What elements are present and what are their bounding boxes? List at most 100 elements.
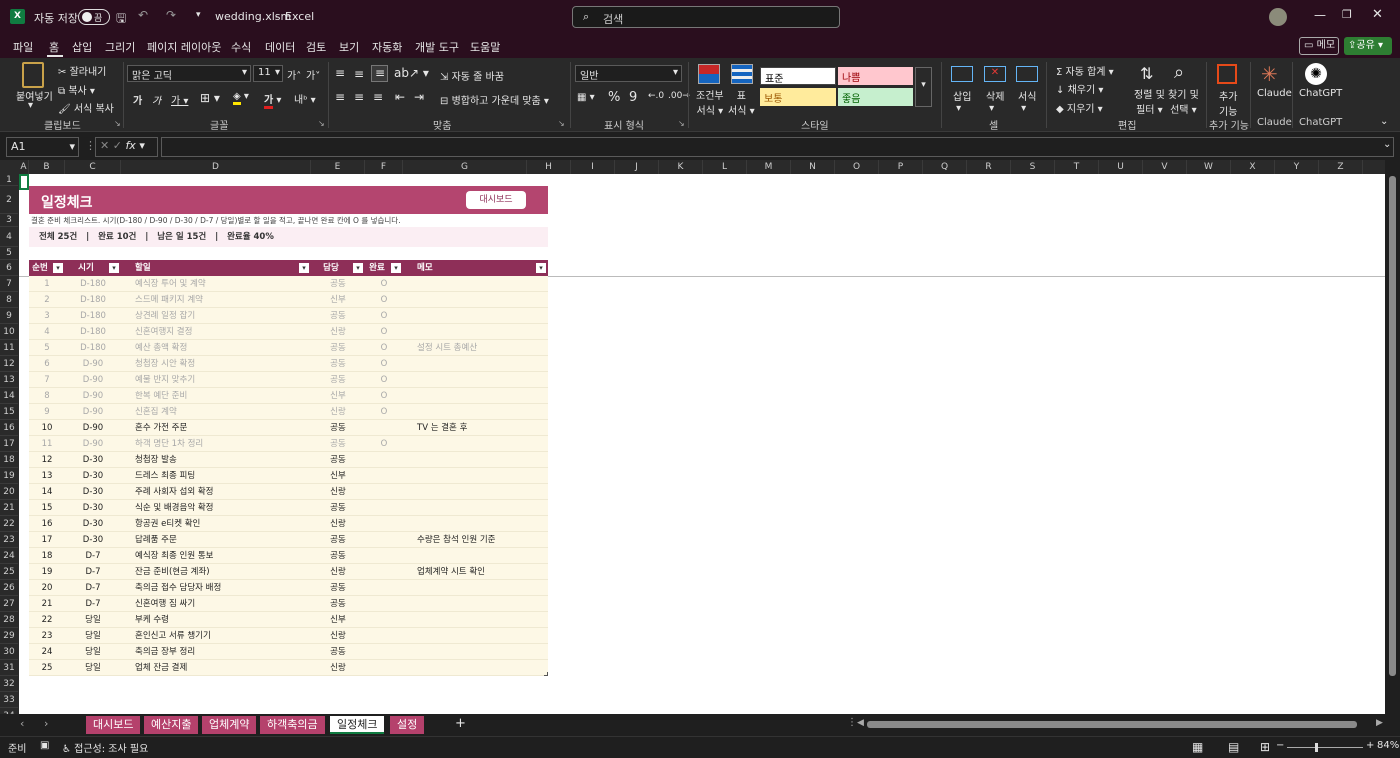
column-header[interactable]: X: [1231, 160, 1275, 174]
scroll-right-icon[interactable]: ▶: [1376, 718, 1383, 728]
normal-view-icon[interactable]: ▦: [1192, 740, 1203, 754]
style-normal[interactable]: 표준: [760, 67, 836, 85]
increase-indent-icon[interactable]: ⇥: [414, 90, 424, 104]
table-row[interactable]: 2 D-180 스드메 패키지 계약 신부 O: [29, 292, 548, 308]
phonetic-icon[interactable]: 내ᵇ ▾: [294, 91, 316, 106]
worksheet-grid[interactable]: 일정체크 대시보드 결혼 준비 체크리스트. 시기(D-180 / D-90 /…: [19, 174, 1385, 714]
row-header[interactable]: 14: [0, 388, 18, 404]
formula-input[interactable]: [161, 137, 1394, 157]
menu-automate[interactable]: 자동화: [372, 39, 402, 55]
table-resize-handle[interactable]: [544, 672, 548, 676]
tab-settings[interactable]: 설정: [390, 716, 425, 734]
table-row[interactable]: 16 D-30 항공권 e티켓 확인 신랑: [29, 516, 548, 532]
accessibility-status[interactable]: ♿ 접근성: 조사 필요: [62, 740, 148, 755]
table-row[interactable]: 15 D-30 식순 및 배경음악 확정 공동: [29, 500, 548, 516]
row-header[interactable]: 2: [0, 186, 18, 214]
memo-button[interactable]: ▭ 메모: [1299, 37, 1339, 55]
row-header[interactable]: 30: [0, 644, 18, 660]
column-header[interactable]: T: [1055, 160, 1099, 174]
menu-insert[interactable]: 삽입: [72, 39, 92, 55]
align-middle-icon[interactable]: ≡: [354, 67, 364, 81]
column-header[interactable]: J: [615, 160, 659, 174]
table-row[interactable]: 14 D-30 주례 사회자 섭외 확정 신랑: [29, 484, 548, 500]
table-row[interactable]: 3 D-180 상견례 일정 잡기 공동 O: [29, 308, 548, 324]
row-header[interactable]: 6: [0, 260, 18, 276]
page-layout-view-icon[interactable]: ▤: [1228, 740, 1239, 754]
column-header[interactable]: C: [65, 160, 121, 174]
filter-dropdown-icon[interactable]: ▾: [536, 263, 546, 273]
row-header[interactable]: 10: [0, 324, 18, 340]
row-header[interactable]: 29: [0, 628, 18, 644]
active-cell-a1[interactable]: [19, 174, 29, 190]
percent-icon[interactable]: %: [608, 90, 620, 105]
styles-more-icon[interactable]: ▾: [915, 67, 932, 107]
decrease-indent-icon[interactable]: ⇤: [395, 90, 405, 104]
fill-button[interactable]: ↓ 채우기 ▾: [1056, 81, 1103, 96]
row-header[interactable]: 5: [0, 247, 18, 260]
column-header[interactable]: F: [365, 160, 403, 174]
fx-dropdown-icon[interactable]: ▾: [136, 139, 145, 152]
style-neutral[interactable]: 보통: [760, 88, 836, 106]
avatar[interactable]: [1269, 8, 1287, 26]
table-row[interactable]: 10 D-90 혼수 가전 주문 공동 TV 는 결혼 후: [29, 420, 548, 436]
zoom-in-icon[interactable]: +: [1366, 740, 1374, 751]
column-header[interactable]: N: [791, 160, 835, 174]
italic-icon[interactable]: 가: [152, 92, 161, 107]
format-as-table-button[interactable]: 표 서식 ▾: [728, 87, 755, 117]
restore-icon[interactable]: ❐: [1342, 8, 1352, 21]
table-row[interactable]: 9 D-90 신혼집 계약 신랑 O: [29, 404, 548, 420]
column-header[interactable]: G: [403, 160, 527, 174]
find-select-button[interactable]: 찾기 및 선택 ▾: [1168, 86, 1199, 116]
claude-icon[interactable]: ✳: [1261, 62, 1278, 86]
delete-cells-icon[interactable]: ✕: [984, 66, 1006, 82]
tab-budget[interactable]: 예산지출: [144, 716, 199, 734]
delete-cells-button[interactable]: 삭제 ▾: [986, 88, 1004, 114]
tab-dashboard[interactable]: 대시보드: [86, 716, 141, 734]
menu-review[interactable]: 검토: [306, 39, 326, 55]
addins-button[interactable]: 추가 기능: [1219, 88, 1237, 118]
column-header[interactable]: U: [1099, 160, 1143, 174]
filter-dropdown-icon[interactable]: ▾: [109, 263, 119, 273]
table-row[interactable]: 1 D-180 예식장 투어 및 계약 공동 O: [29, 276, 548, 292]
zoom-out-icon[interactable]: −: [1276, 740, 1284, 751]
name-box[interactable]: A1 ▾: [6, 137, 79, 157]
row-header[interactable]: 8: [0, 292, 18, 308]
zoom-slider-thumb[interactable]: [1315, 743, 1318, 752]
table-row[interactable]: 19 D-7 잔금 준비(현금 계좌) 신랑 업체계약 시트 확인: [29, 564, 548, 580]
underline-icon[interactable]: 가 ▾: [171, 92, 188, 107]
align-center-icon[interactable]: ≡: [354, 90, 364, 104]
menu-home[interactable]: 홈: [49, 39, 59, 55]
row-header[interactable]: 23: [0, 532, 18, 548]
table-row[interactable]: 6 D-90 청첩장 시안 확정 공동 O: [29, 356, 548, 372]
row-header[interactable]: 32: [0, 676, 18, 692]
insert-cells-icon[interactable]: [951, 66, 973, 82]
orientation-icon[interactable]: ab↗ ▾: [394, 66, 429, 80]
column-header[interactable]: Y: [1275, 160, 1319, 174]
tab-guests[interactable]: 하객축의금: [260, 716, 325, 734]
table-row[interactable]: 20 D-7 축의금 접수 담당자 배정 공동: [29, 580, 548, 596]
paste-icon[interactable]: [22, 62, 44, 88]
align-right-icon[interactable]: ≡: [373, 90, 383, 104]
tab-prev-icon[interactable]: ‹: [20, 717, 24, 730]
table-row[interactable]: 12 D-30 청첩장 발송 공동: [29, 452, 548, 468]
column-header[interactable]: H: [527, 160, 571, 174]
row-header[interactable]: 9: [0, 308, 18, 324]
table-row[interactable]: 5 D-180 예산 총액 확정 공동 O 설정 시트 총예산: [29, 340, 548, 356]
border-icon[interactable]: ⊞ ▾: [200, 91, 220, 105]
row-header[interactable]: 12: [0, 356, 18, 372]
row-header[interactable]: 21: [0, 500, 18, 516]
clear-button[interactable]: ◆ 지우기 ▾: [1056, 100, 1103, 115]
claude-button[interactable]: Claude: [1257, 88, 1292, 99]
macro-record-icon[interactable]: ▣: [40, 740, 49, 751]
chatgpt-button[interactable]: ChatGPT: [1299, 88, 1342, 99]
tab-vendor[interactable]: 업체계약: [202, 716, 257, 734]
align-left-icon[interactable]: ≡: [335, 90, 345, 104]
row-header[interactable]: 28: [0, 612, 18, 628]
table-row[interactable]: 21 D-7 신혼여행 짐 싸기 공동: [29, 596, 548, 612]
table-row[interactable]: 8 D-90 한복 예단 준비 신부 O: [29, 388, 548, 404]
scroll-left-icon[interactable]: ◀: [857, 718, 864, 728]
row-header[interactable]: 31: [0, 660, 18, 676]
table-row[interactable]: 7 D-90 예물 반지 맞추기 공동 O: [29, 372, 548, 388]
column-header[interactable]: M: [747, 160, 791, 174]
clipboard-launcher-icon[interactable]: ↘: [114, 119, 121, 128]
